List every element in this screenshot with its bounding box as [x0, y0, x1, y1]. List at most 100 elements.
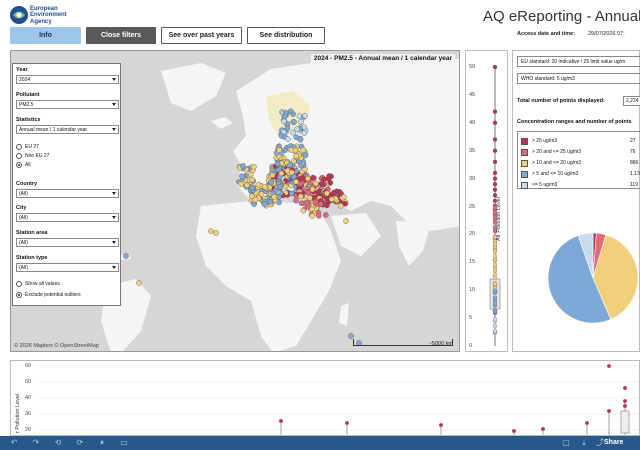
strip-point[interactable] [492, 272, 498, 277]
station-marker[interactable] [315, 212, 322, 219]
city-select[interactable]: (All) [16, 213, 119, 222]
station-marker[interactable] [213, 230, 219, 236]
pause-icon[interactable]: ⏸ [96, 438, 108, 448]
bottom-point[interactable] [541, 427, 545, 431]
station-marker[interactable] [291, 119, 297, 125]
strip-point[interactable] [492, 159, 498, 165]
station-marker[interactable] [261, 183, 268, 190]
station-marker[interactable] [239, 173, 245, 180]
strip-point[interactable] [492, 301, 498, 306]
strip-point[interactable] [492, 309, 498, 314]
station-marker[interactable] [287, 108, 294, 115]
station-marker[interactable] [321, 176, 327, 183]
station-marker[interactable] [252, 196, 258, 203]
station-marker[interactable] [312, 198, 319, 205]
station-marker[interactable] [293, 134, 300, 140]
strip-point[interactable] [492, 253, 498, 259]
station-marker[interactable] [280, 118, 287, 125]
station-marker[interactable] [322, 212, 329, 218]
radio-all[interactable]: All [16, 162, 31, 168]
station-marker[interactable] [287, 162, 293, 168]
radio-eu27[interactable]: EU 27 [16, 144, 39, 150]
station-marker[interactable] [240, 163, 246, 169]
station-marker[interactable] [300, 147, 307, 153]
strip-point[interactable] [492, 329, 498, 334]
station-marker[interactable] [307, 179, 313, 186]
station-marker[interactable] [237, 181, 244, 187]
station-marker[interactable] [298, 162, 304, 169]
station-marker[interactable] [288, 169, 295, 176]
bottom-point[interactable] [345, 421, 349, 425]
station-marker[interactable] [348, 333, 354, 339]
statistics-select[interactable]: Annual mean / 1 calendar year [16, 125, 119, 134]
bottom-point[interactable] [279, 419, 283, 423]
distribution-strip-chart[interactable]: 50 45 40 35 30 25 20 15 10 5 0 Air Pollution Level [465, 50, 508, 352]
station-marker[interactable] [268, 179, 275, 186]
station-marker[interactable] [337, 202, 344, 209]
bottom-point[interactable] [623, 386, 627, 390]
strip-point[interactable] [492, 317, 498, 322]
strip-point[interactable] [492, 323, 498, 329]
station-marker[interactable] [293, 153, 299, 159]
strip-point[interactable] [492, 187, 498, 192]
revert-icon[interactable]: ⟲ [52, 438, 64, 448]
see-distribution-button[interactable]: See distribution [247, 27, 325, 44]
station-marker[interactable] [249, 185, 255, 191]
strip-point[interactable] [492, 176, 498, 181]
share-button[interactable]: Share [604, 439, 623, 446]
station-marker[interactable] [310, 174, 316, 181]
station-marker[interactable] [276, 147, 283, 153]
station-marker[interactable] [255, 181, 262, 188]
bottom-point[interactable] [512, 429, 516, 433]
station-marker[interactable] [285, 136, 291, 142]
station-marker[interactable] [319, 181, 326, 188]
range-legend-item[interactable]: > 5 and <= 10 ug/m3 [521, 170, 578, 178]
range-legend-item[interactable]: > 25 ug/m3 [521, 137, 557, 145]
comment-icon[interactable]: ▢ [560, 438, 572, 448]
station-marker[interactable] [251, 164, 257, 170]
strip-point[interactable] [492, 137, 498, 142]
range-legend-item[interactable]: <= 5 ug/m3 [521, 181, 557, 189]
radio-exclude-outliers[interactable]: Exclude potential outliers [16, 292, 81, 298]
bottom-chart-canvas[interactable] [11, 361, 640, 436]
station-map[interactable]: 2024 - PM2.5 - Annual mean / 1 calendar … [10, 50, 460, 352]
radio-show-all-values[interactable]: Show all values [16, 281, 60, 287]
strip-point[interactable] [492, 109, 498, 114]
year-select[interactable]: 2024 [16, 75, 119, 84]
see-past-years-button[interactable]: See over past years [161, 27, 242, 44]
station-marker[interactable] [294, 126, 300, 132]
range-legend-item[interactable]: > 10 and <= 20 ug/m3 [521, 159, 581, 167]
station-marker[interactable] [300, 207, 307, 214]
undo-icon[interactable]: ↶ [8, 438, 20, 448]
redo-icon[interactable]: ↷ [30, 438, 42, 448]
station-marker[interactable] [249, 176, 255, 183]
station-marker[interactable] [271, 194, 277, 200]
station-marker[interactable] [247, 171, 254, 178]
station-marker[interactable] [208, 228, 214, 234]
station-marker[interactable] [269, 172, 276, 178]
strip-point[interactable] [492, 249, 498, 254]
station-marker[interactable] [293, 197, 299, 204]
station-marker[interactable] [307, 195, 313, 201]
station-marker[interactable] [328, 196, 335, 203]
station-marker[interactable] [298, 118, 304, 125]
strip-point[interactable] [492, 64, 498, 70]
view-icon[interactable]: ▭ [118, 438, 130, 448]
station-marker[interactable] [309, 212, 316, 219]
strip-point[interactable] [492, 120, 498, 125]
station-marker[interactable] [136, 280, 142, 286]
station-marker[interactable] [284, 125, 291, 132]
station-marker[interactable] [261, 201, 268, 207]
bottom-point[interactable] [623, 404, 627, 408]
bottom-point[interactable] [607, 364, 611, 368]
station-marker[interactable] [301, 130, 308, 136]
station-marker[interactable] [297, 193, 304, 200]
station-marker[interactable] [331, 189, 338, 196]
station-marker[interactable] [315, 189, 322, 196]
pollutant-select[interactable]: PM2.5 [16, 100, 119, 109]
station-marker[interactable] [292, 147, 299, 154]
station-marker[interactable] [298, 200, 305, 207]
station-marker[interactable] [275, 166, 282, 173]
station-area-select[interactable]: (All) [16, 238, 119, 247]
station-marker[interactable] [293, 178, 299, 185]
